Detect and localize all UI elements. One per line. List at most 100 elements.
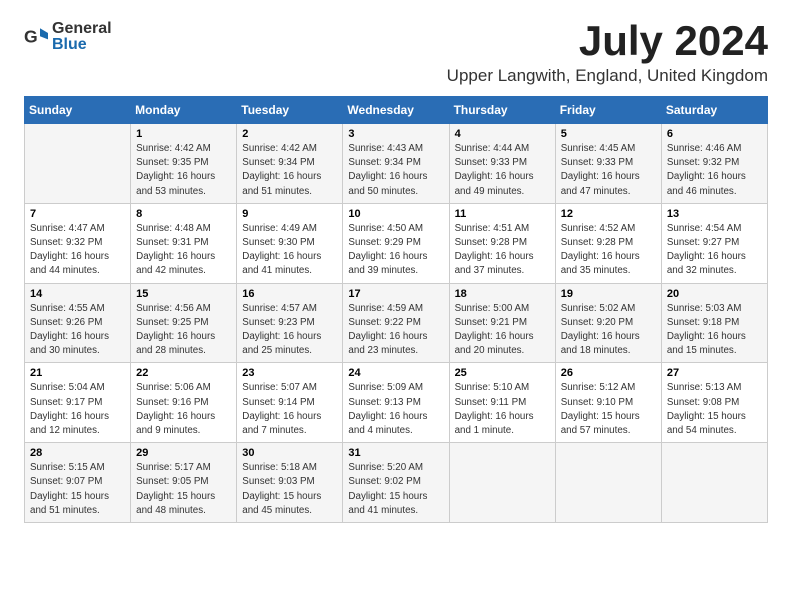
- calendar-cell: 25 Sunrise: 5:10 AM Sunset: 9:11 PM Dayli…: [449, 363, 555, 443]
- day-info: Sunrise: 5:10 AM Sunset: 9:11 PM Dayligh…: [455, 381, 550, 438]
- day-info: Sunrise: 4:56 AM Sunset: 9:25 PM Dayligh…: [136, 302, 231, 359]
- calendar-cell: [555, 443, 661, 523]
- calendar-cell: 3 Sunrise: 4:43 AM Sunset: 9:34 PM Daylig…: [343, 124, 449, 204]
- day-info: Sunrise: 5:07 AM Sunset: 9:14 PM Dayligh…: [242, 381, 337, 438]
- day-number: 7: [30, 208, 125, 220]
- day-number: 5: [561, 128, 656, 140]
- calendar-cell: 11 Sunrise: 4:51 AM Sunset: 9:28 PM Dayli…: [449, 203, 555, 283]
- day-info: Sunrise: 4:48 AM Sunset: 9:31 PM Dayligh…: [136, 222, 231, 279]
- day-number: 17: [348, 288, 443, 300]
- day-number: 27: [667, 367, 762, 379]
- day-number: 2: [242, 128, 337, 140]
- day-info: Sunrise: 5:00 AM Sunset: 9:21 PM Dayligh…: [455, 302, 550, 359]
- day-info: Sunrise: 5:12 AM Sunset: 9:10 PM Dayligh…: [561, 381, 656, 438]
- calendar-cell: 21Sunrise: 5:04 AM Sunset: 9:17 PM Dayli…: [25, 363, 131, 443]
- day-info: Sunrise: 4:42 AM Sunset: 9:35 PM Dayligh…: [136, 142, 231, 199]
- day-info: Sunrise: 5:17 AM Sunset: 9:05 PM Dayligh…: [136, 461, 231, 518]
- calendar-cell: 6 Sunrise: 4:46 AM Sunset: 9:32 PM Daylig…: [661, 124, 767, 204]
- calendar-cell: 31 Sunrise: 5:20 AM Sunset: 9:02 PM Dayli…: [343, 443, 449, 523]
- day-number: 19: [561, 288, 656, 300]
- day-number: 24: [348, 367, 443, 379]
- month-title: July 2024: [579, 20, 768, 62]
- weekday-header-cell: Sunday: [25, 97, 131, 124]
- day-info: Sunrise: 4:46 AM Sunset: 9:32 PM Dayligh…: [667, 142, 762, 199]
- calendar-cell: 18 Sunrise: 5:00 AM Sunset: 9:21 PM Dayli…: [449, 283, 555, 363]
- calendar-cell: 19 Sunrise: 5:02 AM Sunset: 9:20 PM Dayli…: [555, 283, 661, 363]
- calendar-cell: 22 Sunrise: 5:06 AM Sunset: 9:16 PM Dayli…: [131, 363, 237, 443]
- day-info: Sunrise: 4:59 AM Sunset: 9:22 PM Dayligh…: [348, 302, 443, 359]
- logo-general: General: [52, 20, 112, 37]
- day-info: Sunrise: 4:44 AM Sunset: 9:33 PM Dayligh…: [455, 142, 550, 199]
- day-info: Sunrise: 5:06 AM Sunset: 9:16 PM Dayligh…: [136, 381, 231, 438]
- day-number: 26: [561, 367, 656, 379]
- calendar-cell: 13Sunrise: 4:54 AM Sunset: 9:27 PM Dayli…: [661, 203, 767, 283]
- location-title: Upper Langwith, England, United Kingdom: [24, 66, 768, 86]
- calendar-cell: 16Sunrise: 4:57 AM Sunset: 9:23 PM Dayli…: [237, 283, 343, 363]
- calendar-cell: 1 Sunrise: 4:42 AM Sunset: 9:35 PM Daylig…: [131, 124, 237, 204]
- calendar-week-row: 7 Sunrise: 4:47 AM Sunset: 9:32 PM Daylig…: [25, 203, 768, 283]
- svg-text:G: G: [24, 27, 38, 47]
- day-info: Sunrise: 4:55 AM Sunset: 9:26 PM Dayligh…: [30, 302, 125, 359]
- day-number: 25: [455, 367, 550, 379]
- logo: G GeneralBlue: [24, 20, 112, 54]
- day-number: 10: [348, 208, 443, 220]
- weekday-header-cell: Monday: [131, 97, 237, 124]
- calendar-week-row: 1 Sunrise: 4:42 AM Sunset: 9:35 PM Daylig…: [25, 124, 768, 204]
- calendar-cell: [25, 124, 131, 204]
- day-number: 22: [136, 367, 231, 379]
- calendar-cell: 27 Sunrise: 5:13 AM Sunset: 9:08 PM Dayli…: [661, 363, 767, 443]
- calendar-cell: 15 Sunrise: 4:56 AM Sunset: 9:25 PM Dayli…: [131, 283, 237, 363]
- day-info: Sunrise: 4:42 AM Sunset: 9:34 PM Dayligh…: [242, 142, 337, 199]
- day-number: 29: [136, 447, 231, 459]
- calendar-cell: 28Sunrise: 5:15 AM Sunset: 9:07 PM Dayli…: [25, 443, 131, 523]
- day-number: 6: [667, 128, 762, 140]
- calendar-cell: 29 Sunrise: 5:17 AM Sunset: 9:05 PM Dayli…: [131, 443, 237, 523]
- calendar-cell: 12Sunrise: 4:52 AM Sunset: 9:28 PM Dayli…: [555, 203, 661, 283]
- day-number: 1: [136, 128, 231, 140]
- calendar-cell: 14Sunrise: 4:55 AM Sunset: 9:26 PM Dayli…: [25, 283, 131, 363]
- weekday-header-cell: Tuesday: [237, 97, 343, 124]
- day-number: 15: [136, 288, 231, 300]
- calendar-cell: 30Sunrise: 5:18 AM Sunset: 9:03 PM Dayli…: [237, 443, 343, 523]
- day-number: 4: [455, 128, 550, 140]
- day-info: Sunrise: 5:18 AM Sunset: 9:03 PM Dayligh…: [242, 461, 337, 518]
- day-number: 18: [455, 288, 550, 300]
- calendar-cell: 4 Sunrise: 4:44 AM Sunset: 9:33 PM Daylig…: [449, 124, 555, 204]
- day-info: Sunrise: 4:57 AM Sunset: 9:23 PM Dayligh…: [242, 302, 337, 359]
- calendar-cell: 8Sunrise: 4:48 AM Sunset: 9:31 PM Daylig…: [131, 203, 237, 283]
- calendar-cell: 10 Sunrise: 4:50 AM Sunset: 9:29 PM Dayli…: [343, 203, 449, 283]
- weekday-header-cell: Thursday: [449, 97, 555, 124]
- day-info: Sunrise: 4:49 AM Sunset: 9:30 PM Dayligh…: [242, 222, 337, 279]
- day-info: Sunrise: 5:04 AM Sunset: 9:17 PM Dayligh…: [30, 381, 125, 438]
- weekday-header-cell: Saturday: [661, 97, 767, 124]
- day-info: Sunrise: 4:51 AM Sunset: 9:28 PM Dayligh…: [455, 222, 550, 279]
- calendar-week-row: 14Sunrise: 4:55 AM Sunset: 9:26 PM Dayli…: [25, 283, 768, 363]
- day-number: 20: [667, 288, 762, 300]
- day-info: Sunrise: 4:52 AM Sunset: 9:28 PM Dayligh…: [561, 222, 656, 279]
- day-info: Sunrise: 4:45 AM Sunset: 9:33 PM Dayligh…: [561, 142, 656, 199]
- day-number: 23: [242, 367, 337, 379]
- day-info: Sunrise: 4:50 AM Sunset: 9:29 PM Dayligh…: [348, 222, 443, 279]
- weekday-header-row: SundayMondayTuesdayWednesdayThursdayFrid…: [25, 97, 768, 124]
- day-info: Sunrise: 5:13 AM Sunset: 9:08 PM Dayligh…: [667, 381, 762, 438]
- calendar-cell: 26 Sunrise: 5:12 AM Sunset: 9:10 PM Dayli…: [555, 363, 661, 443]
- day-info: Sunrise: 5:02 AM Sunset: 9:20 PM Dayligh…: [561, 302, 656, 359]
- page-header: G GeneralBlue July 2024: [24, 20, 768, 62]
- calendar-cell: 23 Sunrise: 5:07 AM Sunset: 9:14 PM Dayli…: [237, 363, 343, 443]
- day-info: Sunrise: 5:20 AM Sunset: 9:02 PM Dayligh…: [348, 461, 443, 518]
- calendar-cell: 24 Sunrise: 5:09 AM Sunset: 9:13 PM Dayli…: [343, 363, 449, 443]
- day-info: Sunrise: 4:43 AM Sunset: 9:34 PM Dayligh…: [348, 142, 443, 199]
- weekday-header-cell: Wednesday: [343, 97, 449, 124]
- day-number: 31: [348, 447, 443, 459]
- logo-blue: Blue: [52, 36, 112, 54]
- day-number: 11: [455, 208, 550, 220]
- calendar-week-row: 28Sunrise: 5:15 AM Sunset: 9:07 PM Dayli…: [25, 443, 768, 523]
- day-info: Sunrise: 4:47 AM Sunset: 9:32 PM Dayligh…: [30, 222, 125, 279]
- day-info: Sunrise: 5:09 AM Sunset: 9:13 PM Dayligh…: [348, 381, 443, 438]
- calendar-cell: 2 Sunrise: 4:42 AM Sunset: 9:34 PM Daylig…: [237, 124, 343, 204]
- calendar-cell: 9Sunrise: 4:49 AM Sunset: 9:30 PM Daylig…: [237, 203, 343, 283]
- calendar-cell: [661, 443, 767, 523]
- weekday-header-cell: Friday: [555, 97, 661, 124]
- day-number: 3: [348, 128, 443, 140]
- calendar-cell: [449, 443, 555, 523]
